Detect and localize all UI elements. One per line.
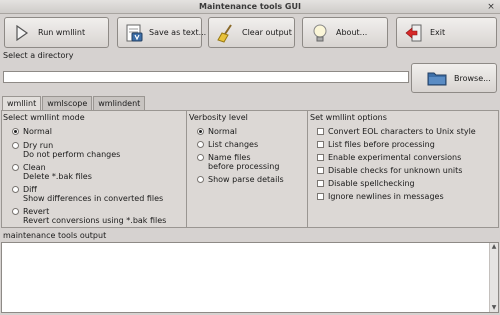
about-label: About... xyxy=(336,28,368,37)
tab-bar: wmllint wmlscope wmlindent xyxy=(2,96,146,111)
wmllint-options-group-title: Set wmllint options xyxy=(310,113,387,122)
checkbox[interactable] xyxy=(317,154,324,161)
radio-button[interactable] xyxy=(197,154,204,161)
verbosity-option-label: Normal xyxy=(208,127,237,136)
checkbox[interactable] xyxy=(317,193,324,200)
folder-icon xyxy=(426,68,448,88)
play-icon xyxy=(11,22,33,44)
tab-wmllint[interactable]: wmllint xyxy=(2,96,42,111)
mode-option-label: Revert xyxy=(23,207,50,216)
save-document-icon xyxy=(124,22,144,44)
mode-option-diff[interactable]: Diff Show differences in converted files xyxy=(12,185,163,203)
save-as-text-label: Save as text... xyxy=(149,28,207,37)
column-divider xyxy=(307,110,308,228)
mode-group-title: Select wmllint mode xyxy=(3,113,85,122)
verbosity-option-name-files[interactable]: Name files before processing xyxy=(197,153,279,171)
checkbox-label: Ignore newlines in messages xyxy=(328,192,444,201)
radio-button[interactable] xyxy=(12,164,19,171)
verbosity-option-list-changes[interactable]: List changes xyxy=(197,140,258,149)
window-title: Maintenance tools GUI xyxy=(199,2,301,11)
option-disable-unknown-units[interactable]: Disable checks for unknown units xyxy=(317,166,462,175)
exit-door-icon xyxy=(403,22,425,44)
verbosity-option-label: Show parse details xyxy=(208,175,284,184)
checkbox-label: Disable spellchecking xyxy=(328,179,415,188)
title-bar: Maintenance tools GUI × xyxy=(0,0,500,14)
save-as-text-button[interactable]: Save as text... xyxy=(117,17,206,48)
browse-button[interactable]: Browse... xyxy=(411,63,497,93)
mode-option-revert[interactable]: Revert Revert conversions using *.bak fil… xyxy=(12,207,166,225)
radio-button[interactable] xyxy=(197,141,204,148)
verbosity-group-title: Verbosity level xyxy=(189,113,248,122)
radio-button[interactable] xyxy=(12,128,19,135)
browse-label: Browse... xyxy=(454,73,491,83)
toolbar: Run wmllint Save as text... Clear output xyxy=(0,15,500,50)
checkbox[interactable] xyxy=(317,167,324,174)
option-list-files[interactable]: List files before processing xyxy=(317,140,435,149)
directory-section-label: Select a directory xyxy=(3,51,74,60)
mode-option-label: Clean xyxy=(23,163,46,172)
checkbox-label: Enable experimental conversions xyxy=(328,153,462,162)
scroll-up-arrow-icon[interactable]: ▲ xyxy=(490,243,498,251)
checkbox-label: Convert EOL characters to Unix style xyxy=(328,127,476,136)
checkbox[interactable] xyxy=(317,128,324,135)
option-ignore-newlines[interactable]: Ignore newlines in messages xyxy=(317,192,444,201)
checkbox[interactable] xyxy=(317,180,324,187)
option-experimental-conversions[interactable]: Enable experimental conversions xyxy=(317,153,461,162)
mode-option-label: Dry run xyxy=(23,141,54,150)
verbosity-option-show-parse-details[interactable]: Show parse details xyxy=(197,175,284,184)
verbosity-option-label: Name files xyxy=(208,153,251,162)
clear-output-button[interactable]: Clear output xyxy=(208,17,295,48)
lightbulb-icon xyxy=(309,22,331,44)
exit-button[interactable]: Exit xyxy=(396,17,497,48)
output-textarea[interactable]: ▲ ▼ xyxy=(1,242,499,313)
option-disable-spellchecking[interactable]: Disable spellchecking xyxy=(317,179,415,188)
scroll-down-arrow-icon[interactable]: ▼ xyxy=(490,304,498,312)
mode-option-normal[interactable]: Normal xyxy=(12,127,52,136)
checkbox[interactable] xyxy=(317,141,324,148)
radio-button[interactable] xyxy=(12,208,19,215)
mode-option-clean[interactable]: Clean Delete *.bak files xyxy=(12,163,92,181)
tab-wmlscope[interactable]: wmlscope xyxy=(42,96,93,110)
mode-option-dry-run[interactable]: Dry run Do not perform changes xyxy=(12,141,120,159)
run-wmllint-button[interactable]: Run wmllint xyxy=(4,17,109,48)
exit-label: Exit xyxy=(430,28,446,37)
radio-button[interactable] xyxy=(12,186,19,193)
radio-button[interactable] xyxy=(12,142,19,149)
verbosity-option-label: List changes xyxy=(208,140,259,149)
checkbox-label: List files before processing xyxy=(328,140,435,149)
window-close-icon[interactable]: × xyxy=(486,2,496,12)
mode-option-label: Diff xyxy=(23,185,37,194)
option-convert-eol[interactable]: Convert EOL characters to Unix style xyxy=(317,127,476,136)
output-scrollbar[interactable]: ▲ ▼ xyxy=(489,243,498,312)
directory-input[interactable] xyxy=(3,71,409,83)
verbosity-option-normal[interactable]: Normal xyxy=(197,127,237,136)
column-divider xyxy=(186,110,187,228)
mode-option-description: Revert conversions using *.bak files xyxy=(23,216,167,225)
broom-icon xyxy=(215,22,237,44)
radio-button[interactable] xyxy=(197,128,204,135)
clear-output-label: Clear output xyxy=(242,28,292,37)
about-button[interactable]: About... xyxy=(302,17,388,48)
output-section-label: maintenance tools output xyxy=(3,231,107,240)
run-wmllint-label: Run wmllint xyxy=(38,28,86,37)
mode-option-description: Do not perform changes xyxy=(23,150,121,159)
radio-button[interactable] xyxy=(197,176,204,183)
mode-option-label: Normal xyxy=(23,127,52,136)
checkbox-label: Disable checks for unknown units xyxy=(328,166,463,175)
mode-option-description: Show differences in converted files xyxy=(23,194,164,203)
tab-wmlindent[interactable]: wmlindent xyxy=(93,96,146,110)
verbosity-option-description: before processing xyxy=(208,162,280,171)
mode-option-description: Delete *.bak files xyxy=(23,172,92,181)
